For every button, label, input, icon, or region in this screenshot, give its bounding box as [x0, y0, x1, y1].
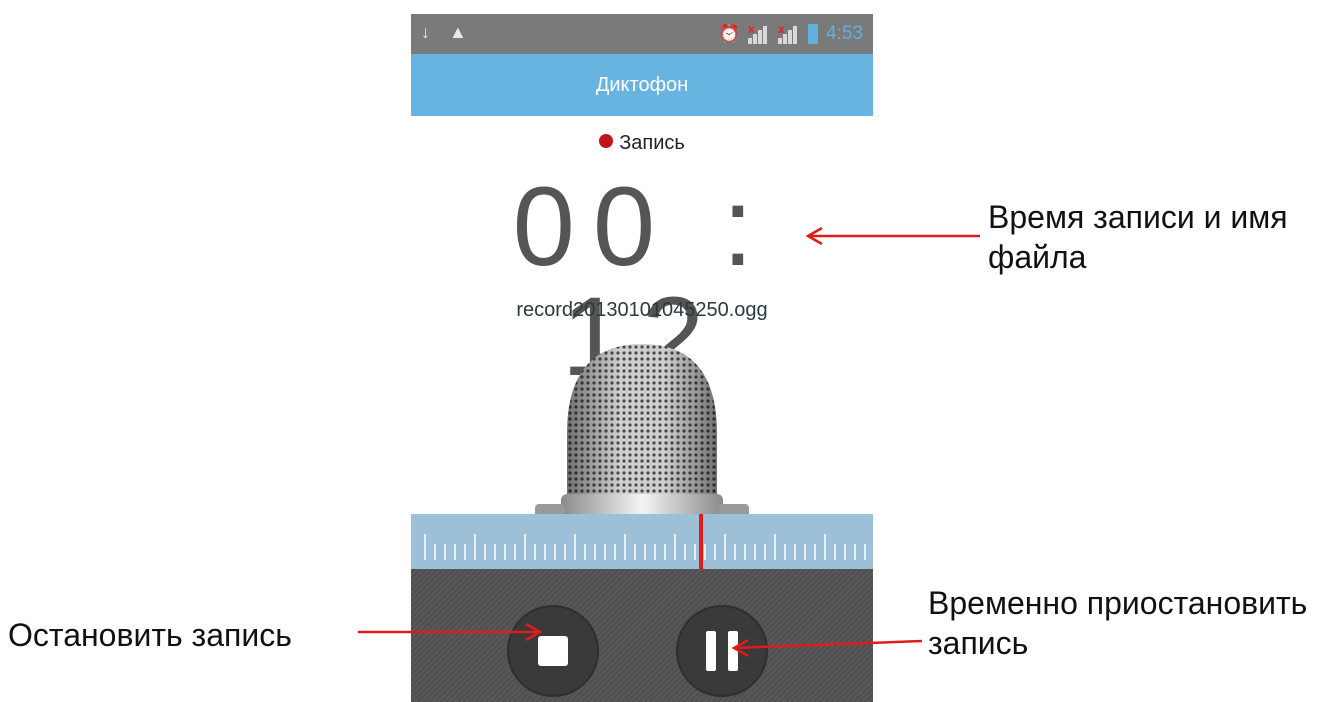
annotation-arrows [358, 226, 980, 658]
